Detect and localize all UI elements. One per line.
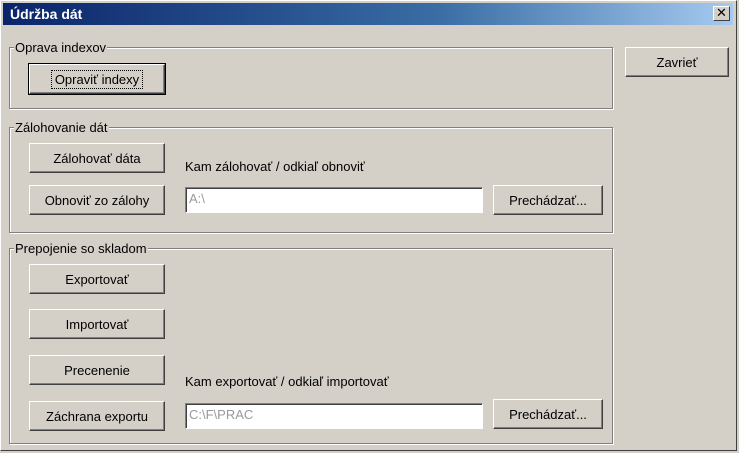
backup-browse-label: Prechádzať... [509, 192, 587, 208]
export-button[interactable]: Exportovať [29, 264, 165, 294]
restore-from-backup-button[interactable]: Obnoviť zo zálohy [29, 185, 165, 215]
export-rescue-label: Záchrana exportu [46, 408, 148, 424]
reprice-button[interactable]: Precenenie [29, 355, 165, 385]
repair-indexes-label: Opraviť indexy [50, 69, 144, 89]
backup-browse-button[interactable]: Prechádzať... [493, 185, 603, 215]
backup-legend: Zálohovanie dát [14, 120, 109, 135]
restore-from-backup-label: Obnoviť zo zálohy [44, 192, 150, 208]
import-label: Importovať [65, 316, 129, 332]
title-bar[interactable]: Údržba dát ✕ [3, 3, 733, 25]
import-button[interactable]: Importovať [29, 309, 165, 339]
backup-data-button[interactable]: Zálohovať dáta [29, 143, 165, 173]
backup-path-label: Kam zálohovať / odkiaľ obnoviť [185, 159, 365, 174]
export-path-field[interactable]: C:\F\PRAC [185, 403, 483, 429]
close-button-label: Zavrieť [656, 54, 698, 70]
window-title: Údržba dát [10, 6, 83, 22]
maintenance-dialog: Údržba dát ✕ Oprava indexov Opraviť inde… [0, 0, 737, 451]
stock-link-legend: Prepojenie so skladom [14, 241, 148, 256]
close-icon[interactable]: ✕ [713, 6, 730, 21]
close-button[interactable]: Zavrieť [625, 47, 729, 77]
backup-path-field[interactable]: A:\ [185, 187, 483, 213]
export-label: Exportovať [65, 271, 129, 287]
export-rescue-button[interactable]: Záchrana exportu [29, 401, 165, 431]
export-browse-button[interactable]: Prechádzať... [493, 399, 603, 429]
export-path-label: Kam exportovať / odkiaľ importovať [185, 374, 389, 389]
repair-indexes-button[interactable]: Opraviť indexy [28, 63, 166, 95]
repair-indexes-legend: Oprava indexov [14, 40, 108, 55]
reprice-label: Precenenie [64, 362, 130, 378]
export-browse-label: Prechádzať... [509, 406, 587, 422]
backup-data-label: Zálohovať dáta [53, 150, 141, 166]
